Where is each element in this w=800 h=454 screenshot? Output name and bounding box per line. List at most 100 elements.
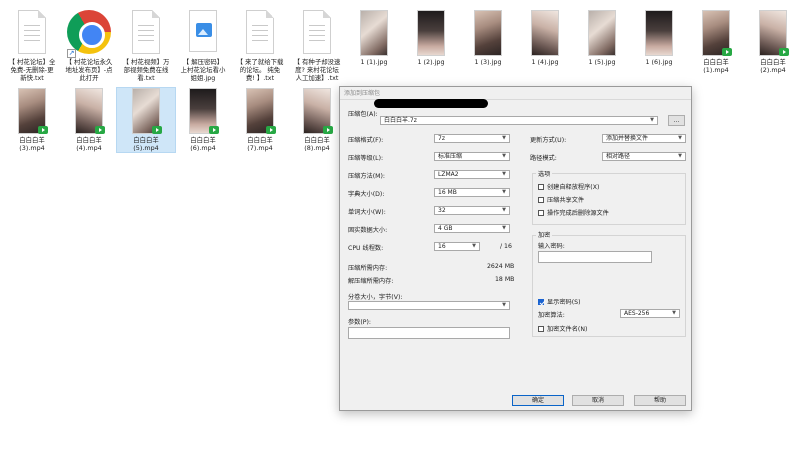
update-label: 更新方式(U): bbox=[530, 137, 567, 144]
file-name-label: 【 村花论坛永久 地址发布页】-点 此打开 bbox=[65, 58, 113, 82]
desktop-file-icon[interactable]: 1 (1).jpg bbox=[345, 10, 403, 66]
browse-button[interactable]: ... bbox=[668, 115, 685, 126]
options-title: 选项 bbox=[536, 169, 553, 178]
chevron-down-icon: ▼ bbox=[502, 171, 506, 177]
video-thumbnail bbox=[759, 10, 789, 56]
solid-select[interactable]: 4 GB ▼ bbox=[434, 224, 510, 233]
ok-button[interactable]: 确定 bbox=[512, 395, 564, 406]
thumbnail-image bbox=[474, 10, 502, 56]
desktop-file-icon[interactable]: 白白白羊 (4).mp4 bbox=[60, 88, 118, 152]
desktop-file-icon[interactable]: 1 (3).jpg bbox=[459, 10, 517, 66]
video-play-icon bbox=[38, 126, 48, 134]
format-select[interactable]: 7z ▼ bbox=[434, 134, 510, 143]
checkbox-checked-icon bbox=[538, 298, 544, 305]
params-input[interactable] bbox=[348, 327, 510, 339]
video-thumbnail bbox=[303, 88, 333, 134]
show-password-checkbox[interactable]: 显示密码(S) bbox=[538, 297, 581, 306]
checkbox-box bbox=[538, 209, 544, 216]
file-name-label: 白白白羊 (5).mp4 bbox=[133, 136, 159, 152]
help-button[interactable]: 帮助 bbox=[634, 395, 686, 406]
desktop-file-icon[interactable]: 【 村花视频】万 部视频免费在线 看.txt bbox=[117, 10, 175, 82]
method-select[interactable]: LZMA2 ▼ bbox=[434, 170, 510, 179]
file-name-label: 白白白羊 (8).mp4 bbox=[304, 136, 330, 152]
chevron-down-icon: ▼ bbox=[678, 153, 682, 159]
file-name-label: 白白白羊 (6).mp4 bbox=[190, 136, 216, 152]
path-select[interactable]: 相对路径 ▼ bbox=[602, 152, 686, 161]
volume-label: 分卷大小，字节(V): bbox=[348, 294, 403, 301]
volume-select[interactable]: ▼ bbox=[348, 301, 510, 310]
thumbnail-image bbox=[531, 10, 559, 56]
chevron-down-icon: ▼ bbox=[502, 225, 506, 231]
desktop-file-icon[interactable]: 1 (4).jpg bbox=[516, 10, 574, 66]
desktop-file-icon[interactable]: 白白白羊 (1).mp4 bbox=[687, 10, 745, 74]
password-input[interactable] bbox=[538, 251, 652, 263]
solid-label: 固实数据大小: bbox=[348, 227, 388, 234]
video-thumbnail bbox=[702, 10, 732, 56]
archive-path-combo[interactable]: 白白白羊.7z ▼ bbox=[380, 116, 658, 125]
shared-checkbox[interactable]: 压缩共享文件 bbox=[538, 195, 584, 204]
cpu-select[interactable]: 16 ▼ bbox=[434, 242, 480, 251]
desktop-file-icon[interactable]: 【 解压密码】 上村花论坛看小 姐姐.jpg bbox=[174, 10, 232, 82]
desktop-file-icon[interactable]: 白白白羊 (8).mp4 bbox=[288, 88, 346, 152]
image-thumbnail bbox=[417, 10, 445, 56]
enc-method-select[interactable]: AES-256 ▼ bbox=[620, 309, 680, 318]
params-label: 参数(P): bbox=[348, 319, 372, 326]
level-select[interactable]: 标准压缩 ▼ bbox=[434, 152, 510, 161]
word-select[interactable]: 32 ▼ bbox=[434, 206, 510, 215]
enc-method-value: AES-256 bbox=[624, 310, 650, 317]
desktop-file-icon[interactable]: 白白白羊 (5).mp4 bbox=[116, 87, 176, 153]
desktop-file-icon[interactable]: 白白白羊 (3).mp4 bbox=[3, 88, 61, 152]
desktop-file-icon[interactable]: 1 (5).jpg bbox=[573, 10, 631, 66]
file-name-label: 【 有种子却没速 度? 来村花论坛 人工加速】.txt bbox=[293, 58, 341, 82]
path-label: 路径模式: bbox=[530, 155, 557, 162]
video-play-icon bbox=[779, 48, 789, 56]
encrypt-names-checkbox[interactable]: 加密文件名(N) bbox=[538, 324, 587, 333]
chrome-icon: ↗ bbox=[67, 10, 111, 58]
desktop-file-icon[interactable]: ↗ 【 村花论坛永久 地址发布页】-点 此打开 bbox=[60, 10, 118, 82]
desktop-file-icon[interactable]: 白白白羊 (2).mp4 bbox=[744, 10, 800, 74]
text-file-icon bbox=[303, 10, 331, 54]
update-select[interactable]: 添加并替换文件 ▼ bbox=[602, 134, 686, 143]
sfx-label: 创建自释放程序(X) bbox=[547, 184, 600, 191]
sfx-checkbox[interactable]: 创建自释放程序(X) bbox=[538, 182, 599, 191]
checkbox-box bbox=[538, 325, 544, 332]
redaction-mark bbox=[374, 99, 488, 108]
desktop-file-icon[interactable]: 1 (6).jpg bbox=[630, 10, 688, 66]
desktop-file-icon[interactable]: 白白白羊 (6).mp4 bbox=[174, 88, 232, 152]
image-thumbnail bbox=[645, 10, 673, 56]
image-file-icon bbox=[189, 10, 217, 52]
format-value: 7z bbox=[438, 135, 445, 142]
desktop-file-icon[interactable]: 【 村花论坛】全 免费-无删除-更 新快.txt bbox=[3, 10, 61, 82]
desktop-file-icon[interactable]: 1 (2).jpg bbox=[402, 10, 460, 66]
file-name-label: 白白白羊 (1).mp4 bbox=[703, 58, 729, 74]
level-value: 标准压缩 bbox=[438, 153, 463, 160]
text-file-icon bbox=[132, 10, 160, 54]
text-file-icon bbox=[132, 10, 160, 56]
dict-label: 字典大小(D): bbox=[348, 191, 385, 198]
video-play-icon bbox=[152, 126, 162, 134]
delete-checkbox[interactable]: 操作完成后删除源文件 bbox=[538, 208, 609, 217]
file-name-label: 【 村花视频】万 部视频免费在线 看.txt bbox=[122, 58, 170, 82]
chevron-down-icon: ▼ bbox=[502, 189, 506, 195]
chevron-down-icon: ▼ bbox=[650, 117, 654, 123]
file-name-label: 1 (2).jpg bbox=[417, 58, 445, 66]
image-thumbnail bbox=[588, 10, 616, 56]
delete-label: 操作完成后删除源文件 bbox=[547, 210, 609, 217]
file-name-label: 白白白羊 (3).mp4 bbox=[19, 136, 45, 152]
desktop-file-icon[interactable]: 白白白羊 (7).mp4 bbox=[231, 88, 289, 152]
chevron-down-icon: ▼ bbox=[472, 243, 476, 249]
method-label: 压缩方法(M): bbox=[348, 173, 386, 180]
dict-value: 16 MB bbox=[438, 189, 457, 196]
enc-method-label: 加密算法: bbox=[538, 312, 565, 319]
desktop-file-icon[interactable]: 【 来了就给下载 的论坛。 纯免 费! 】.txt bbox=[231, 10, 289, 82]
show-password-label: 显示密码(S) bbox=[547, 299, 581, 306]
image-thumbnail bbox=[474, 10, 502, 56]
dict-select[interactable]: 16 MB ▼ bbox=[434, 188, 510, 197]
video-play-icon bbox=[209, 126, 219, 134]
file-name-label: 白白白羊 (7).mp4 bbox=[247, 136, 273, 152]
password-label: 输入密码: bbox=[538, 243, 565, 250]
cancel-button[interactable]: 取消 bbox=[572, 395, 624, 406]
file-name-label: 1 (5).jpg bbox=[588, 58, 616, 66]
file-name-label: 【 村花论坛】全 免费-无删除-更 新快.txt bbox=[8, 58, 56, 82]
desktop-file-icon[interactable]: 【 有种子却没速 度? 来村花论坛 人工加速】.txt bbox=[288, 10, 346, 82]
